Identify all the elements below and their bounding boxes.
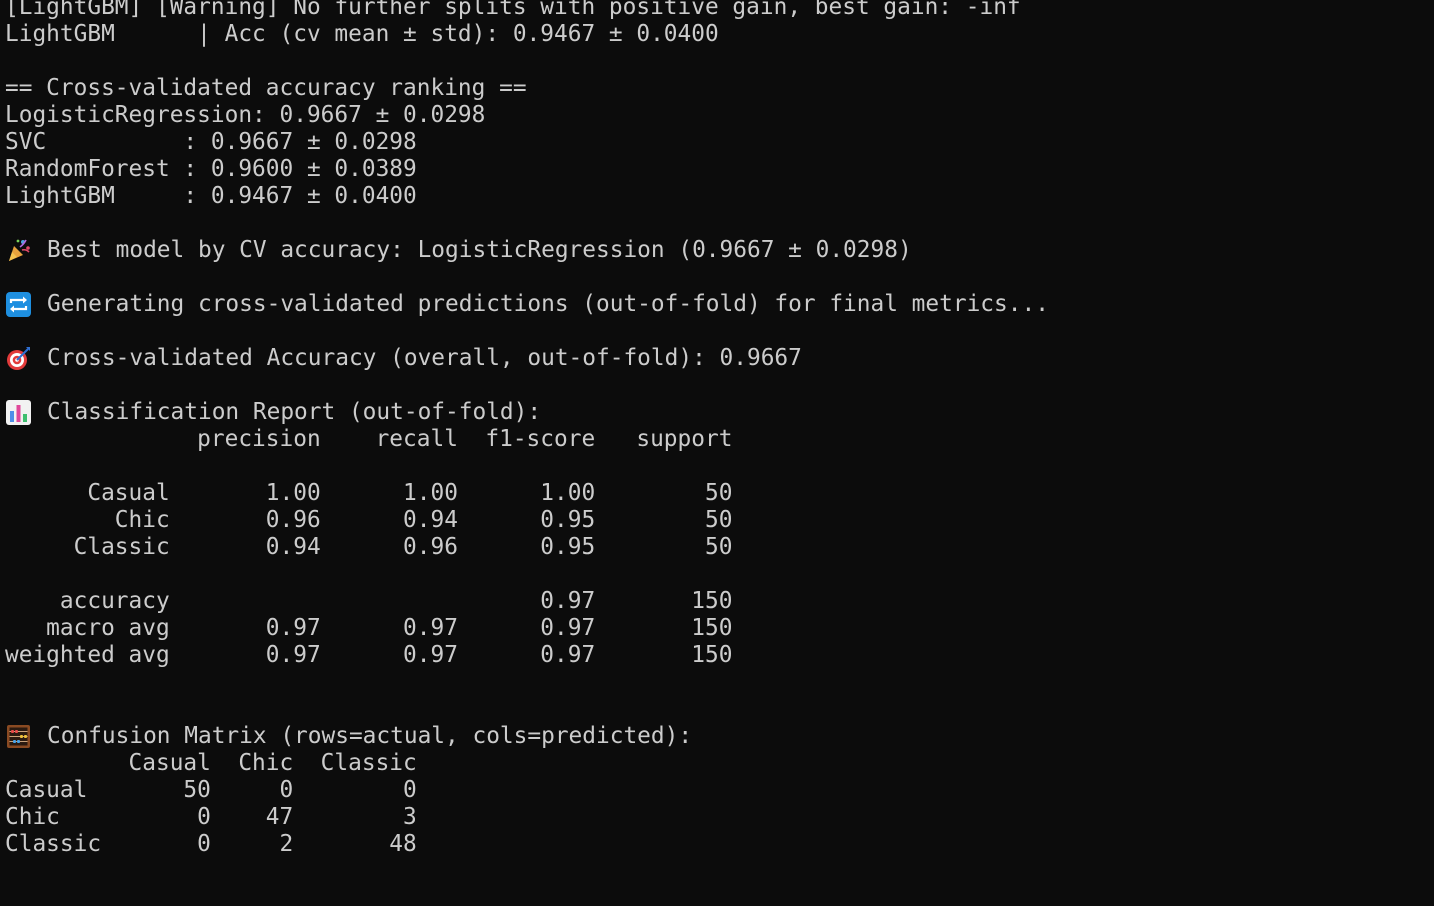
repeat-arrows-icon	[5, 291, 32, 318]
terminal-line: Chic 0 47 3	[5, 804, 417, 830]
terminal-line: Classic 0.94 0.96 0.95 50	[5, 534, 733, 560]
terminal-line: Confusion Matrix (rows=actual, cols=pred…	[5, 723, 1434, 750]
terminal-line: Classic 0 2 48	[5, 831, 417, 857]
terminal-line: weighted avg 0.97 0.97 0.97 150	[5, 642, 733, 668]
terminal-line: Casual 50 0 0	[5, 777, 417, 803]
terminal-output: [LightGBM] [Warning] No further splits w…	[5, 0, 1434, 906]
terminal-line: LightGBM : 0.9467 ± 0.0400	[5, 183, 417, 209]
terminal-line: LightGBM | Acc (cv mean ± std): 0.9467 ±…	[5, 21, 719, 47]
terminal-line: Best model by CV accuracy: LogisticRegre…	[5, 237, 1434, 264]
terminal-line-text: Generating cross-validated predictions (…	[47, 291, 1049, 317]
terminal-line: SVC : 0.9667 ± 0.0298	[5, 129, 417, 155]
terminal-line: precision recall f1-score support	[5, 426, 733, 452]
terminal-line: Chic 0.96 0.94 0.95 50	[5, 507, 733, 533]
abacus-icon	[5, 723, 32, 750]
party-popper-icon	[5, 237, 32, 264]
terminal-line: Casual 1.00 1.00 1.00 50	[5, 480, 733, 506]
bar-chart-icon	[5, 399, 32, 426]
terminal-line: Generating cross-validated predictions (…	[5, 291, 1434, 318]
terminal-line: Casual Chic Classic	[5, 750, 417, 776]
terminal-line: Classification Report (out-of-fold):	[5, 399, 1434, 426]
terminal-line: Cross-validated Accuracy (overall, out-o…	[5, 345, 1434, 372]
terminal-line: macro avg 0.97 0.97 0.97 150	[5, 615, 733, 641]
terminal-line: == Cross-validated accuracy ranking ==	[5, 75, 527, 101]
terminal-line: LogisticRegression: 0.9667 ± 0.0298	[5, 102, 486, 128]
target-icon	[5, 345, 32, 372]
terminal-line-text: Best model by CV accuracy: LogisticRegre…	[47, 237, 912, 263]
terminal-line: accuracy 0.97 150	[5, 588, 733, 614]
terminal-line: [LightGBM] [Warning] No further splits w…	[5, 0, 1021, 20]
terminal-line-text: Cross-validated Accuracy (overall, out-o…	[47, 345, 802, 371]
terminal-line-text: Confusion Matrix (rows=actual, cols=pred…	[47, 723, 693, 749]
terminal-line: RandomForest : 0.9600 ± 0.0389	[5, 156, 417, 182]
terminal-line-text: Classification Report (out-of-fold):	[47, 399, 542, 425]
